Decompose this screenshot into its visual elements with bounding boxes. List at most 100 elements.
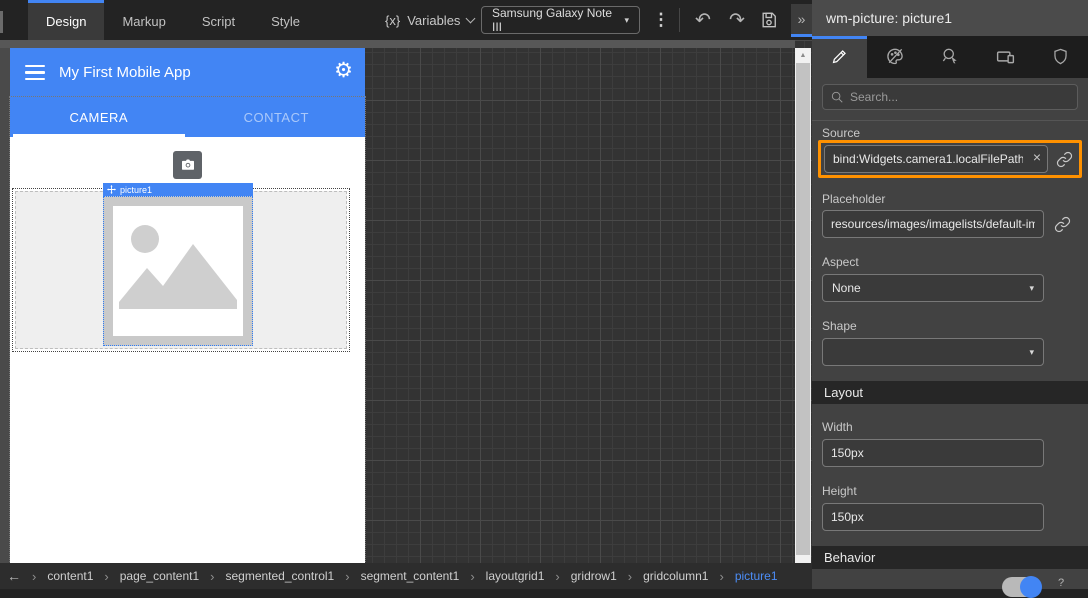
variables-prefix: {x} (385, 13, 400, 28)
breadcrumb-item-segmented-control1[interactable]: segmented_control1 (225, 569, 334, 583)
caret-down-icon: ▾ (1029, 283, 1034, 294)
devices-icon (995, 46, 1016, 72)
tab-inspect[interactable] (922, 36, 977, 78)
picture-widget-label-text: picture1 (120, 185, 152, 195)
breadcrumb-item-segment-content1[interactable]: segment_content1 (361, 569, 460, 583)
picture-widget-label[interactable]: picture1 (103, 183, 253, 196)
breadcrumb-separator: › (210, 569, 214, 584)
source-input[interactable] (824, 145, 1048, 173)
property-search-input[interactable] (822, 84, 1078, 110)
canvas-left-ruler (0, 40, 10, 563)
tab-properties[interactable] (812, 36, 867, 78)
properties-panel: wm-picture: picture1 (812, 0, 1088, 589)
caret-down-icon: ▾ (1029, 347, 1034, 358)
behavior-section-header[interactable]: Behavior (812, 546, 1088, 569)
breadcrumb-separator: › (719, 569, 723, 584)
kebab-menu-icon[interactable]: ⋮ (651, 0, 671, 40)
canvas-top-strip (0, 40, 795, 48)
shape-label: Shape (822, 319, 857, 333)
tab-script[interactable]: Script (184, 0, 253, 40)
shape-select[interactable]: ▾ (822, 338, 1044, 366)
placeholder-label: Placeholder (822, 192, 885, 206)
aspect-select[interactable]: None ▾ (822, 274, 1044, 302)
device-selector[interactable]: Samsung Galaxy Note III ▾ (481, 6, 640, 34)
toggle-knob (1020, 576, 1042, 598)
source-highlight-box: × (818, 140, 1082, 178)
save-icon[interactable] (754, 0, 784, 40)
picture-widget[interactable] (103, 196, 253, 346)
top-toolbar: Design Markup Script Style {x} Variables… (0, 0, 812, 40)
width-label: Width (822, 420, 853, 434)
breadcrumb-separator: › (470, 569, 474, 584)
undo-icon[interactable]: ↶ (688, 0, 718, 40)
left-panel-handle[interactable] (0, 11, 3, 33)
back-arrow-icon[interactable]: ← (7, 568, 21, 584)
width-input[interactable] (822, 439, 1044, 467)
design-canvas[interactable]: My First Mobile App ⚙ CAMERA CONTACT (0, 40, 812, 563)
editor-mode-tabs: Design Markup Script Style (28, 0, 318, 40)
source-label: Source (822, 126, 860, 140)
breadcrumb-item-gridcolumn1[interactable]: gridcolumn1 (643, 569, 708, 583)
property-search (822, 84, 1078, 110)
collapse-panel-button[interactable]: » (791, 4, 812, 37)
palette-icon (885, 46, 905, 71)
height-label: Height (822, 484, 857, 498)
breadcrumb-item-layoutgrid1[interactable]: layoutgrid1 (486, 569, 545, 583)
tab-security[interactable] (1033, 36, 1088, 78)
mobile-device-preview: My First Mobile App ⚙ CAMERA CONTACT (10, 48, 365, 563)
canvas-vertical-scrollbar[interactable]: ▲ (795, 48, 811, 563)
hamburger-icon[interactable] (25, 65, 45, 81)
tab-devices[interactable] (978, 36, 1033, 78)
aspect-label: Aspect (822, 255, 859, 269)
layout-section-header[interactable]: Layout (812, 381, 1088, 404)
panel-title: wm-picture: picture1 (812, 0, 1088, 36)
move-icon (107, 185, 116, 194)
placeholder-bind-link-icon[interactable] (1054, 216, 1071, 233)
gear-icon[interactable]: ⚙ (334, 60, 353, 81)
segment-tab-contact[interactable]: CONTACT (188, 97, 366, 137)
variables-dropdown[interactable]: {x} Variables (385, 0, 474, 40)
breadcrumb-separator: › (32, 569, 36, 584)
segment-tab-camera[interactable]: CAMERA (10, 97, 188, 137)
breadcrumb-separator: › (345, 569, 349, 584)
placeholder-input[interactable] (822, 210, 1044, 238)
bind-link-icon[interactable] (1056, 151, 1073, 168)
clear-binding-icon[interactable]: × (1033, 150, 1041, 164)
aspect-selected-value: None (832, 281, 861, 295)
panel-tabs (812, 36, 1088, 78)
chevron-down-icon (466, 13, 476, 23)
image-placeholder-icon (113, 206, 243, 336)
breadcrumb-item-gridrow1[interactable]: gridrow1 (571, 569, 617, 583)
height-input[interactable] (822, 503, 1044, 531)
breadcrumb-item-content1[interactable]: content1 (47, 569, 93, 583)
segment-tabs: CAMERA CONTACT (10, 97, 365, 137)
tab-styles[interactable] (867, 36, 922, 78)
breadcrumb-separator: › (628, 569, 632, 584)
breadcrumb-item-picture1[interactable]: picture1 (735, 569, 778, 583)
breadcrumb-separator: › (555, 569, 559, 584)
tab-markup[interactable]: Markup (104, 0, 183, 40)
mobile-app-header: My First Mobile App ⚙ (10, 48, 365, 97)
toolbar-divider (679, 8, 680, 32)
help-icon[interactable]: ? (1058, 577, 1064, 589)
behavior-toggle[interactable] (1002, 577, 1040, 597)
caret-down-icon: ▾ (624, 15, 629, 26)
breadcrumb: ← › content1 › page_content1 › segmented… (0, 563, 812, 589)
pencil-icon (830, 47, 849, 71)
panel-divider (812, 120, 1088, 121)
tab-style[interactable]: Style (253, 0, 318, 40)
redo-icon[interactable]: ↷ (722, 0, 752, 40)
breadcrumb-item-page-content1[interactable]: page_content1 (120, 569, 199, 583)
scroll-up-arrow-icon[interactable]: ▲ (795, 48, 811, 62)
shield-icon (1051, 47, 1070, 71)
device-selected-label: Samsung Galaxy Note III (492, 6, 624, 34)
mobile-app-title: My First Mobile App (59, 64, 191, 81)
breadcrumb-separator: › (104, 569, 108, 584)
segmented-control: CAMERA CONTACT (10, 97, 365, 563)
tab-design[interactable]: Design (28, 0, 104, 40)
search-icon (830, 90, 844, 104)
variables-label: Variables (407, 13, 460, 28)
scrollbar-thumb[interactable] (796, 63, 810, 555)
segment-content: picture1 (10, 137, 365, 563)
camera-button[interactable] (173, 151, 202, 179)
